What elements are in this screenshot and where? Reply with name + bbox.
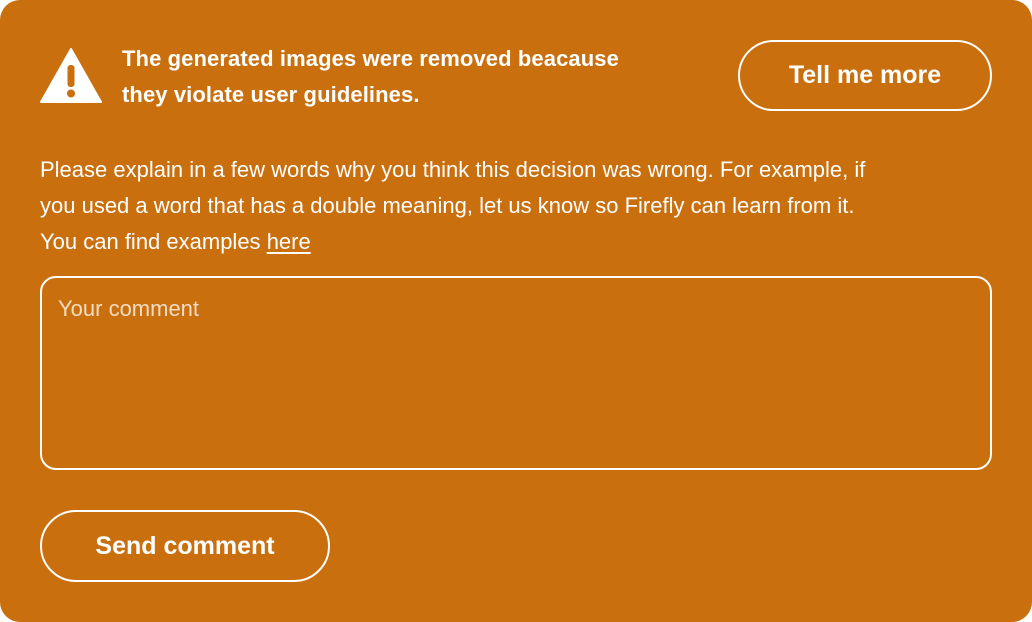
explanation-line-3-text: You can find examples [40,229,261,254]
explanation-line-3: You can find examples here [40,224,1000,260]
send-comment-button[interactable]: Send comment [40,510,330,582]
alert-message-line-2: they violate user guidelines. [122,82,420,107]
explanation-line-2: you used a word that has a double meanin… [40,193,855,218]
alert-message-line-1: The generated images were removed beacau… [122,46,619,71]
alert-message: The generated images were removed beacau… [122,41,712,113]
tell-me-more-button[interactable]: Tell me more [738,40,992,111]
explanation-text: Please explain in a few words why you th… [40,152,1000,260]
examples-link[interactable]: here [267,229,311,254]
comment-input[interactable] [40,276,992,470]
warning-icon [40,48,102,103]
explanation-line-1: Please explain in a few words why you th… [40,157,866,182]
feedback-card: The generated images were removed beacau… [0,0,1032,622]
